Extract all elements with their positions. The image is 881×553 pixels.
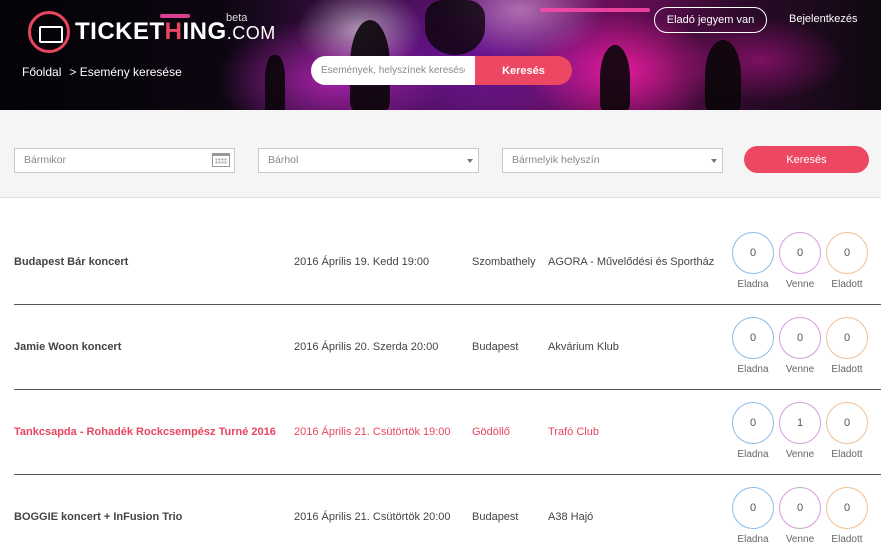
event-row[interactable]: BOGGIE koncert + InFusion Trio 2016 Ápri… [14,475,881,553]
sell-count[interactable]: 0 Eladna [732,317,774,375]
event-city: Gödöllő [472,426,510,438]
sold-label: Eladott [831,534,863,545]
chevron-down-icon [711,159,717,163]
sell-label: Eladna [737,364,769,375]
event-date: 2016 Április 21. Csütörtök 20:00 [294,511,451,523]
sell-label: Eladna [737,534,769,545]
venue-filter-select[interactable]: Bármelyik helyszín [502,148,723,173]
event-venue: Akvárium Klub [548,341,619,353]
event-venue: Trafó Club [548,426,599,438]
buy-label: Venne [785,364,815,375]
city-filter-select[interactable]: Bárhol [258,148,479,173]
buy-label: Venne [785,449,815,460]
buy-count[interactable]: 1 Venne [779,402,821,460]
buy-count-value: 0 [779,232,821,274]
sell-count[interactable]: 0 Eladna [732,232,774,290]
breadcrumb: Főoldal > Esemény keresése [22,65,182,79]
event-date: 2016 Április 21. Csütörtök 19:00 [294,426,451,438]
buy-count[interactable]: 0 Venne [779,487,821,545]
filter-search-button[interactable]: Keresés [744,146,869,173]
sold-count-value: 0 [826,232,868,274]
sell-count-value: 0 [732,232,774,274]
login-link[interactable]: Bejelentkezés [789,13,858,25]
performer-silhouette [705,40,741,110]
sell-count-value: 0 [732,402,774,444]
buy-count-value: 0 [779,317,821,359]
header-search-input[interactable] [311,56,475,85]
event-date: 2016 Április 20. Szerda 20:00 [294,341,439,353]
event-name[interactable]: BOGGIE koncert + InFusion Trio [14,511,182,523]
raised-hand-silhouette [425,0,485,55]
header-search-button[interactable]: Keresés [475,56,572,85]
hero-banner: TICKETHING.COM beta Főoldal > Esemény ke… [0,0,881,110]
event-row[interactable]: Budapest Bár koncert 2016 Április 19. Ke… [14,220,881,305]
event-list: Budapest Bár koncert 2016 Április 19. Ke… [14,220,881,553]
sold-count[interactable]: 0 Eladott [826,487,868,545]
event-name[interactable]: Budapest Bár koncert [14,256,128,268]
breadcrumb-current: > Esemény keresése [69,65,182,79]
performer-silhouette [600,45,630,110]
event-city: Szombathely [472,256,536,268]
buy-count-value: 1 [779,402,821,444]
chevron-down-icon [467,159,473,163]
sold-label: Eladott [831,364,863,375]
sell-count-value: 0 [732,487,774,529]
sold-count[interactable]: 0 Eladott [826,402,868,460]
sold-count-value: 0 [826,402,868,444]
event-row[interactable]: Jamie Woon koncert 2016 Április 20. Szer… [14,305,881,390]
sold-count-value: 0 [826,317,868,359]
buy-label: Venne [785,534,815,545]
sell-count[interactable]: 0 Eladna [732,487,774,545]
ticket-logo-icon [28,11,70,53]
venue-filter-placeholder: Bármelyik helyszín [512,154,600,166]
filter-bar: Bármikor Bárhol Bármelyik helyszín Keres… [0,110,881,198]
header-search: Keresés [311,56,572,85]
sell-label: Eladna [737,279,769,290]
buy-count[interactable]: 0 Venne [779,232,821,290]
event-name[interactable]: Tankcsapda - Rohadék Rockcsempész Turné … [14,426,276,438]
event-row[interactable]: Tankcsapda - Rohadék Rockcsempész Turné … [14,390,881,475]
sell-count-value: 0 [732,317,774,359]
calendar-icon[interactable] [212,153,230,167]
event-venue: AGORA - Művelődési és Sportház [548,256,715,268]
event-date: 2016 Április 19. Kedd 19:00 [294,256,430,268]
buy-label: Venne [785,279,815,290]
date-filter-input[interactable]: Bármikor [14,148,235,173]
sell-label: Eladna [737,449,769,460]
buy-count-value: 0 [779,487,821,529]
event-name[interactable]: Jamie Woon koncert [14,341,121,353]
sold-count[interactable]: 0 Eladott [826,232,868,290]
stage-light [540,8,650,12]
event-city: Budapest [472,511,519,523]
event-city: Budapest [472,341,519,353]
sold-count[interactable]: 0 Eladott [826,317,868,375]
city-filter-placeholder: Bárhol [268,154,299,166]
raised-hand-silhouette [265,55,285,110]
event-venue: A38 Hajó [548,511,594,523]
breadcrumb-home[interactable]: Főoldal [22,65,61,79]
sold-label: Eladott [831,279,863,290]
date-filter-placeholder: Bármikor [24,154,67,166]
sell-ticket-button[interactable]: Eladó jegyem van [654,7,767,33]
sold-count-value: 0 [826,487,868,529]
sold-label: Eladott [831,449,863,460]
buy-count[interactable]: 0 Venne [779,317,821,375]
beta-badge: beta [226,12,248,24]
sell-count[interactable]: 0 Eladna [732,402,774,460]
